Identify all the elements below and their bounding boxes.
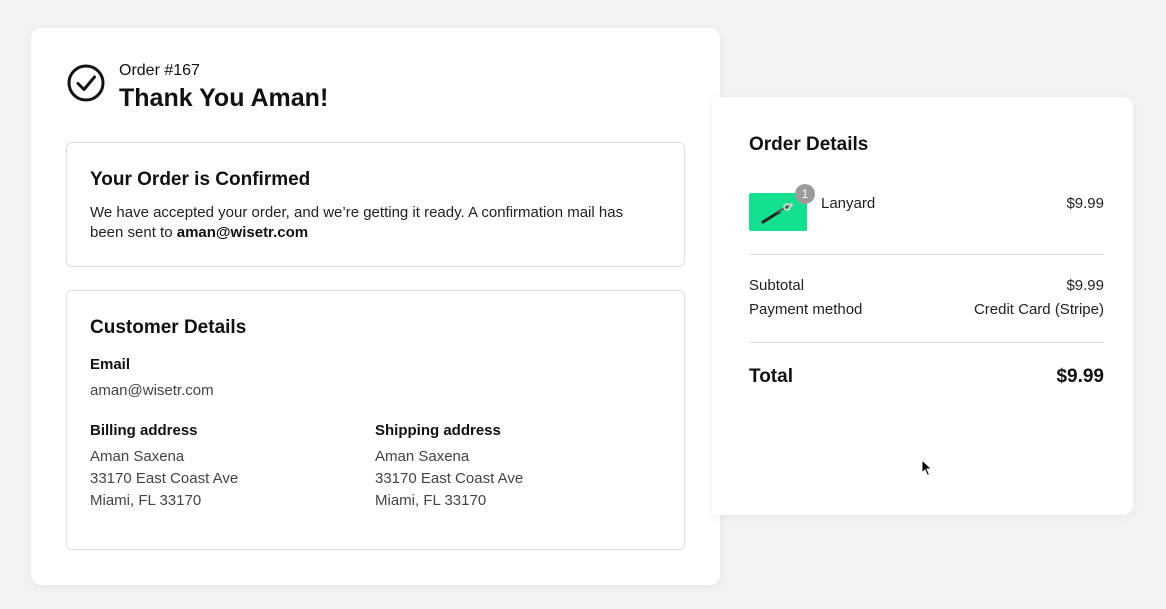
product-thumbnail: 1 — [749, 184, 815, 231]
shipping-city: Miami, FL 33170 — [375, 492, 487, 509]
confirmed-title: Your Order is Confirmed — [90, 169, 311, 190]
quantity-badge: 1 — [795, 184, 815, 204]
billing-address: Aman Saxena 33170 East Coast Ave Miami, … — [90, 446, 238, 512]
order-confirmed-box: Your Order is Confirmed We have accepted… — [66, 142, 685, 267]
subtotal-value: $9.99 — [1066, 277, 1104, 294]
shipping-street: 33170 East Coast Ave — [375, 470, 524, 487]
subtotal-label: Subtotal — [749, 277, 805, 294]
billing-city: Miami, FL 33170 — [90, 492, 202, 509]
total-value: $9.99 — [1056, 366, 1104, 387]
divider — [749, 254, 1104, 255]
line-item: 1 Lanyard $9.99 — [749, 184, 1104, 231]
shipping-address: Aman Saxena 33170 East Coast Ave Miami, … — [375, 446, 523, 512]
order-confirmation-card: Order #167 Thank You Aman! Your Order is… — [31, 28, 720, 585]
payment-method-row: Payment method Credit Card (Stripe) — [749, 301, 1104, 318]
mouse-pointer-icon — [921, 459, 933, 477]
customer-details-box: Customer Details Email aman@wisetr.com B… — [66, 290, 685, 550]
billing-street: 33170 East Coast Ave — [90, 470, 239, 487]
email-label: Email — [90, 356, 131, 373]
check-circle-icon — [67, 64, 105, 102]
order-details-title: Order Details — [749, 134, 869, 155]
billing-name: Aman Saxena — [90, 448, 185, 465]
billing-address-label: Billing address — [90, 422, 198, 439]
order-details-card: Order Details 1 Lanyard $9.99 Subtotal $… — [712, 97, 1133, 515]
item-name: Lanyard — [821, 195, 876, 212]
payment-method-label: Payment method — [749, 301, 863, 318]
subtotal-row: Subtotal $9.99 — [749, 277, 1104, 294]
email-value: aman@wisetr.com — [90, 382, 214, 399]
shipping-name: Aman Saxena — [375, 448, 470, 465]
total-label: Total — [749, 366, 793, 387]
confirmation-email: aman@wisetr.com — [176, 224, 309, 241]
confirmation-message: We have accepted your order, and we’re g… — [90, 203, 660, 243]
order-number: Order #167 — [119, 62, 200, 79]
divider — [749, 342, 1104, 343]
item-price: $9.99 — [1066, 195, 1104, 212]
order-header: Order #167 Thank You Aman! — [66, 61, 328, 114]
confirmation-message-text: We have accepted your order, and we’re g… — [90, 204, 624, 241]
payment-method-value: Credit Card (Stripe) — [973, 301, 1104, 318]
customer-details-title: Customer Details — [90, 317, 247, 338]
page-title: Thank You Aman! — [119, 84, 329, 112]
total-row: Total $9.99 — [749, 366, 1104, 388]
shipping-address-label: Shipping address — [375, 422, 501, 439]
